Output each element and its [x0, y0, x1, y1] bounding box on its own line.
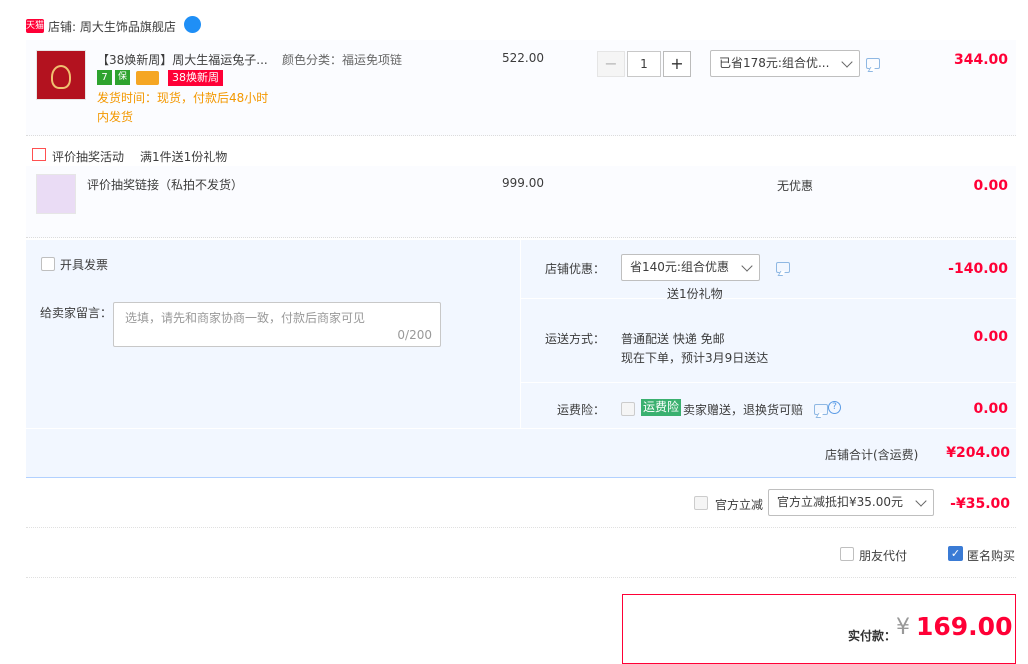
invoice-checkbox[interactable]: [41, 257, 55, 271]
product-thumbnail[interactable]: [36, 174, 76, 214]
message-icon[interactable]: [776, 262, 790, 273]
unit-price: 522.00: [502, 51, 544, 65]
tmall-badge: 天猫: [26, 19, 45, 33]
activity-desc: 满1件送1份礼物: [140, 150, 228, 164]
shop-total-label: 店铺合计(含运费): [825, 448, 919, 462]
product-title-link[interactable]: 【38焕新周】周大生福运兔子...: [97, 51, 268, 68]
anonymous-label[interactable]: 匿名购买: [967, 547, 1015, 564]
delivery-time-cont: 内发货: [97, 110, 134, 124]
decrease-button[interactable]: −: [597, 51, 625, 77]
quantity-stepper: − +: [597, 51, 693, 77]
order-item-row: 评价抽奖链接（私拍不发货） 999.00 无优惠 0.00: [26, 166, 1016, 238]
message-icon[interactable]: [866, 58, 880, 69]
wangwang-icon[interactable]: [184, 16, 201, 33]
tag-guarantee: 保: [115, 70, 130, 85]
official-discount-checkbox: [694, 496, 708, 510]
message-icon[interactable]: [814, 404, 828, 415]
shop-name[interactable]: 店铺: 周大生饰品旗舰店: [48, 18, 176, 35]
gift-icon: [32, 148, 46, 161]
shop-discount-amount: -140.00: [948, 261, 1008, 277]
shop-total-amount: ¥204.00: [946, 445, 1010, 461]
shop-gift-text: 送1份礼物: [667, 287, 723, 301]
credit-card-icon: [136, 71, 159, 85]
shop-discount-select[interactable]: 省140元:组合优惠: [621, 254, 760, 281]
insurance-badge: 运费险: [641, 399, 682, 416]
order-options-panel: 开具发票 给卖家留言： 选填，请先和商家协商一致，付款后商家可见 0/200 店…: [26, 240, 1016, 478]
anonymous-checkbox[interactable]: ✓: [948, 546, 963, 561]
payment-total-box: 实付款： ¥ 169.00: [622, 594, 1016, 664]
message-textarea[interactable]: 选填，请先和商家协商一致，付款后商家可见 0/200: [113, 302, 441, 347]
message-counter: 0/200: [397, 328, 432, 342]
payment-options-row: 朋友代付 ✓ 匿名购买: [26, 530, 1016, 578]
insurance-label: 运费险：: [557, 403, 606, 417]
delivery-time: 发货时间：现货，付款后48小时: [97, 91, 269, 105]
payment-amount: 169.00: [916, 612, 1013, 641]
unit-price: 999.00: [502, 176, 544, 190]
official-discount-label: 官方立减: [715, 498, 764, 512]
insurance-amount: 0.00: [973, 401, 1008, 417]
item-subtotal: 344.00: [953, 52, 1008, 68]
friend-pay-label[interactable]: 朋友代付: [859, 547, 907, 564]
official-discount-amount: -¥35.00: [950, 496, 1010, 512]
help-icon[interactable]: ?: [828, 401, 841, 414]
insurance-checkbox: [621, 402, 635, 416]
shipping-label: 运送方式：: [545, 332, 606, 346]
insurance-desc: 卖家赠送，退换货可赔: [683, 403, 804, 417]
invoice-label[interactable]: 开具发票: [60, 256, 108, 273]
quantity-input[interactable]: [627, 51, 661, 77]
sku-info: 颜色分类：福运免项链: [282, 53, 403, 67]
item-discount-select[interactable]: 已省178元:组合优...: [710, 50, 860, 77]
order-item-row: 【38焕新周】周大生福运兔子... 7 保 38焕新周 发货时间：现货，付款后4…: [26, 40, 1016, 136]
product-thumbnail[interactable]: [36, 50, 86, 100]
item-subtotal: 0.00: [973, 178, 1008, 194]
shipping-amount: 0.00: [973, 329, 1008, 345]
official-discount-row: 官方立减 官方立减抵扣¥35.00元 -¥35.00: [26, 482, 1016, 528]
shipping-method: 普通配送 快递 免邮: [621, 332, 725, 346]
shop-header: 天猫 店铺: 周大生饰品旗舰店: [26, 16, 326, 36]
payment-label: 实付款：: [848, 629, 897, 643]
promo-text: 无优惠: [777, 179, 814, 193]
shipping-eta: 现在下单，预计3月9日送达: [621, 351, 769, 365]
tag-7-day-return: 7: [97, 70, 112, 85]
chevron-down-icon: [915, 495, 927, 507]
product-title-link[interactable]: 评价抽奖链接（私拍不发货）: [87, 176, 243, 193]
activity-header: 评价抽奖活动 满1件送1份礼物: [26, 144, 626, 164]
official-discount-select[interactable]: 官方立减抵扣¥35.00元: [768, 489, 934, 516]
message-label: 给卖家留言：: [40, 306, 113, 320]
activity-label: 评价抽奖活动: [52, 150, 125, 164]
friend-pay-checkbox[interactable]: [840, 547, 854, 561]
chevron-down-icon: [841, 56, 853, 68]
chevron-down-icon: [741, 260, 753, 272]
payment-currency: ¥: [896, 615, 910, 640]
increase-button[interactable]: +: [663, 51, 691, 77]
promo-38-badge: 38焕新周: [168, 70, 223, 86]
shop-discount-label: 店铺优惠：: [545, 262, 606, 276]
message-placeholder: 选填，请先和商家协商一致，付款后商家可见: [125, 311, 366, 325]
